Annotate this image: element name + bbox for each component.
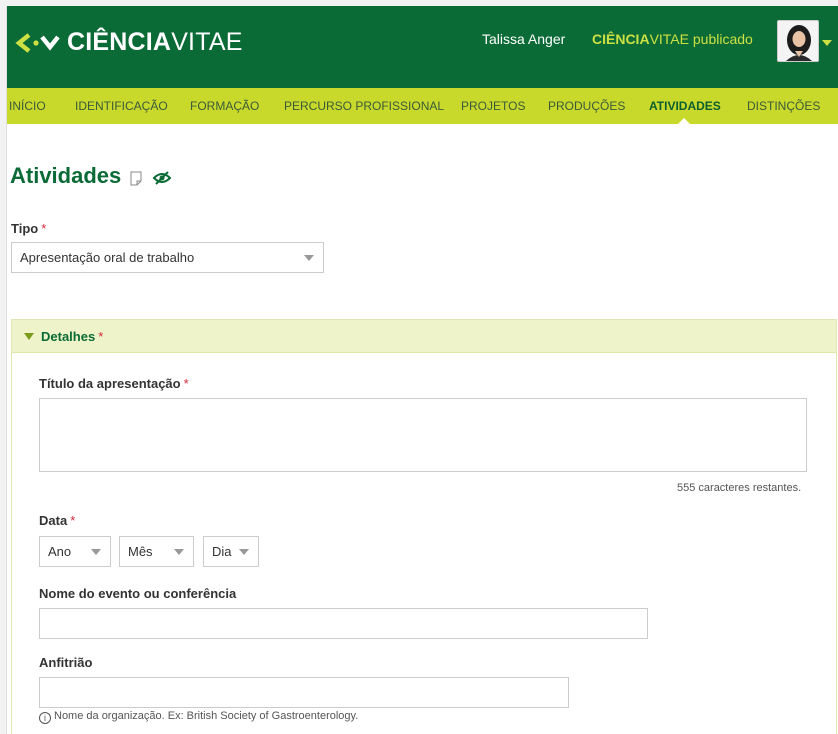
note-icon — [130, 171, 142, 185]
nav-item-projetos[interactable]: PROJETOS — [461, 99, 525, 113]
anfitriao-hint: i Nome da organização. Ex: British Societ… — [39, 710, 358, 724]
info-icon: i — [39, 712, 51, 724]
mes-select-value: Mês — [128, 544, 153, 559]
chevron-down-icon — [239, 549, 249, 555]
main-nav: INÍCIO IDENTIFICAÇÃO FORMAÇÃO PERCURSO P… — [7, 88, 838, 124]
dia-select[interactable]: Dia — [203, 536, 259, 567]
page-title-row: Atividades — [10, 163, 172, 189]
page-title: Atividades — [10, 163, 122, 188]
chevron-down-icon — [304, 255, 314, 261]
tipo-select-value: Apresentação oral de trabalho — [20, 250, 195, 265]
nav-item-inicio[interactable]: INÍCIO — [9, 99, 46, 113]
tipo-select[interactable]: Apresentação oral de trabalho — [11, 242, 324, 273]
eye-slash-icon[interactable] — [152, 170, 172, 185]
nav-item-producoes[interactable]: PRODUÇÕES — [548, 99, 625, 113]
nav-item-identificacao[interactable]: IDENTIFICAÇÃO — [75, 99, 168, 113]
collapse-triangle-icon — [24, 332, 34, 340]
chevron-down-icon — [91, 549, 101, 555]
anfitriao-label: Anfitrião — [39, 655, 93, 670]
titulo-label: Título da apresentação * — [39, 376, 189, 391]
logo[interactable]: CIÊNCIAVITAE — [15, 28, 243, 57]
nav-item-percurso-profissional[interactable]: PERCURSO PROFISSIONAL — [284, 99, 444, 113]
page-container: CIÊNCIAVITAE Talissa Anger CIÊNCIAVITAE … — [6, 6, 838, 734]
avatar-photo — [778, 21, 818, 61]
evento-label: Nome do evento ou conferência — [39, 586, 237, 601]
active-tab-pointer — [678, 118, 690, 124]
logo-chevrons-icon — [15, 32, 60, 53]
data-label: Data * — [39, 513, 76, 528]
user-name-link[interactable]: Talissa Anger — [482, 31, 565, 47]
chevron-down-icon — [174, 549, 184, 555]
user-menu-caret-icon[interactable] — [822, 40, 832, 46]
top-header: CIÊNCIAVITAE Talissa Anger CIÊNCIAVITAE … — [7, 6, 838, 88]
ano-select-value: Ano — [48, 544, 72, 559]
logo-wordmark: CIÊNCIAVITAE — [67, 28, 243, 56]
nav-item-atividades[interactable]: ATIVIDADES — [649, 99, 721, 113]
nav-item-formacao[interactable]: FORMAÇÃO — [190, 99, 259, 113]
required-mark: * — [98, 328, 104, 344]
published-profile-link[interactable]: CIÊNCIAVITAE publicado — [592, 31, 753, 47]
tipo-label: Tipo * — [11, 221, 47, 236]
ano-select[interactable]: Ano — [39, 536, 111, 567]
nav-item-distincoes[interactable]: DISTINÇÕES — [747, 99, 820, 113]
detalhes-section-header[interactable]: Detalhes * — [12, 320, 836, 353]
mes-select[interactable]: Mês — [119, 536, 194, 567]
chars-remaining: 555 caracteres restantes. — [677, 482, 802, 494]
avatar[interactable] — [777, 20, 819, 62]
titulo-textarea[interactable] — [39, 398, 807, 472]
dia-select-value: Dia — [212, 544, 232, 559]
detalhes-title: Detalhes — [41, 328, 96, 344]
anfitriao-input[interactable] — [39, 677, 569, 708]
evento-input[interactable] — [39, 608, 648, 639]
